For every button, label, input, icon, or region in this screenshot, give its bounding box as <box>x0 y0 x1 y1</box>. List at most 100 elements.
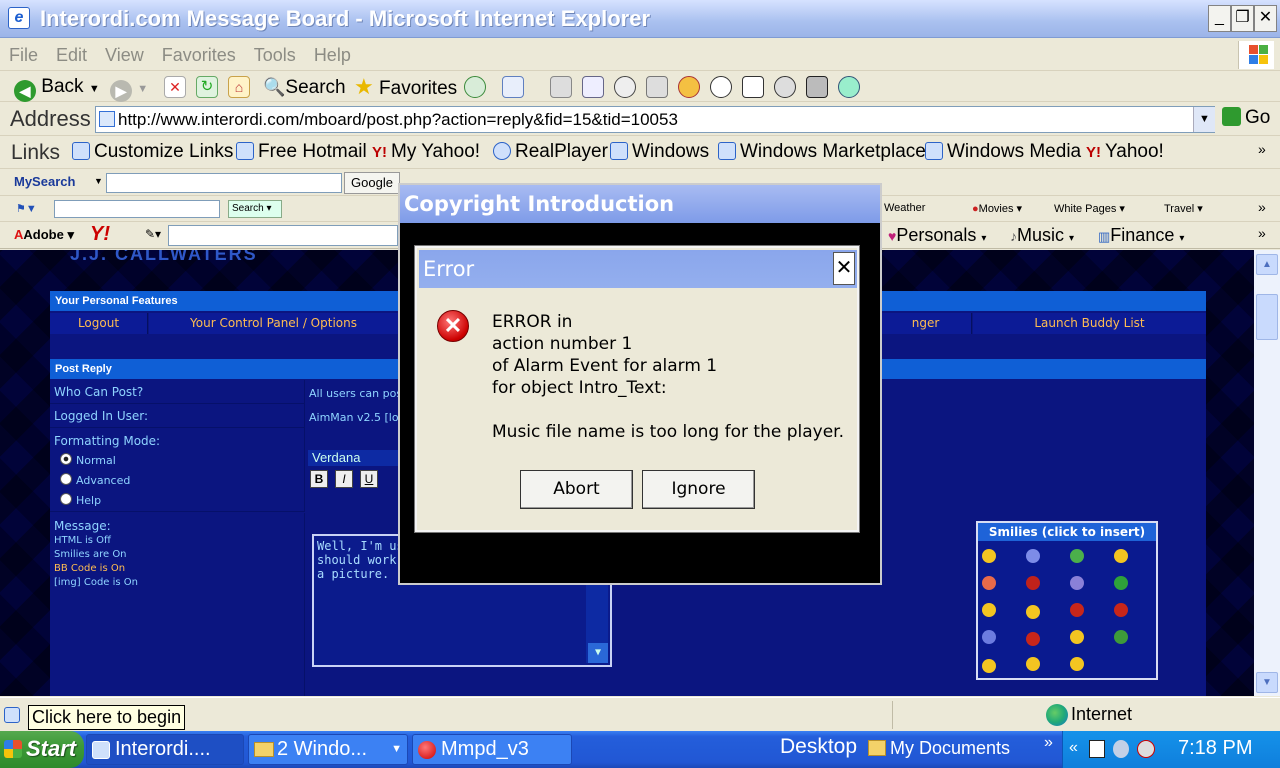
smiley-icon[interactable] <box>1026 605 1040 619</box>
history-icon[interactable] <box>464 76 486 98</box>
page-scrollbar[interactable]: ▲ ▼ <box>1254 250 1280 696</box>
mysearch-input[interactable] <box>106 173 342 193</box>
smiley-icon[interactable] <box>1026 632 1040 646</box>
forward-button[interactable]: ▶ ▼ <box>110 75 148 102</box>
link-realplayer[interactable]: RealPlayer <box>493 141 608 163</box>
scroll-down-icon[interactable]: ▼ <box>1256 672 1278 693</box>
links-overflow-chevron-icon[interactable]: » <box>1258 141 1266 157</box>
close-button[interactable]: ✕ <box>1254 5 1277 32</box>
smiley-icon[interactable] <box>982 576 996 590</box>
yahoo-overflow-chevron-icon[interactable]: » <box>1258 225 1266 241</box>
address-dropdown-button[interactable]: ▼ <box>1193 107 1215 132</box>
tray-security-icon[interactable] <box>1137 740 1155 758</box>
pencil-icon[interactable]: ✎▾ <box>145 227 161 241</box>
bold-button[interactable]: B <box>310 470 328 488</box>
address-input[interactable]: http://www.interordi.com/mboard/post.php… <box>95 106 1215 133</box>
start-button[interactable]: Start <box>0 731 84 768</box>
chat-icon[interactable] <box>774 76 796 98</box>
menu-view[interactable]: View <box>96 39 153 66</box>
smiley-icon[interactable] <box>1114 603 1128 617</box>
google-search-button[interactable]: Google <box>344 172 400 194</box>
radio-help[interactable] <box>60 493 72 505</box>
tray-app-icon[interactable] <box>1089 740 1105 758</box>
menu-file[interactable]: File <box>0 39 47 66</box>
go-button[interactable]: Go <box>1222 107 1270 129</box>
task-interordi[interactable]: Interordi.... <box>86 734 244 765</box>
finance-button[interactable]: ▥Finance ▾ <box>1098 225 1184 246</box>
scroll-up-icon[interactable]: ▲ <box>1256 254 1278 275</box>
music-button[interactable]: ♪Music ▾ <box>1010 225 1074 246</box>
smiley-icon[interactable] <box>1070 657 1084 671</box>
link-windows-media[interactable]: Windows Media <box>925 141 1081 163</box>
buddy-list-link[interactable]: Launch Buddy List <box>973 313 1206 334</box>
link-windows[interactable]: Windows <box>610 141 709 163</box>
edit-icon[interactable] <box>582 76 604 98</box>
smiley-icon[interactable] <box>1026 576 1040 590</box>
link-customize-links[interactable]: Customize Links <box>72 141 233 163</box>
smiley-icon[interactable] <box>1026 657 1040 671</box>
bar4-overflow-chevron-icon[interactable]: » <box>1258 199 1266 215</box>
font-select[interactable]: Verdana <box>308 450 400 466</box>
smiley-icon[interactable] <box>1070 576 1084 590</box>
messenger-link[interactable]: nger <box>880 313 972 334</box>
taskbar-overflow-chevron-icon[interactable]: » <box>1044 734 1053 752</box>
my-documents-shortcut[interactable]: My Documents <box>868 738 1010 759</box>
yahoo-search-input[interactable] <box>168 225 398 246</box>
back-button[interactable]: ◀ Back ▼ <box>14 75 100 102</box>
print-icon[interactable] <box>550 76 572 98</box>
smiley-icon[interactable] <box>1070 603 1084 617</box>
smiley-icon[interactable] <box>982 549 996 563</box>
smiley-icon[interactable] <box>1114 549 1128 563</box>
smiley-icon[interactable] <box>1026 549 1040 563</box>
gear-icon[interactable] <box>710 76 732 98</box>
scroll-thumb[interactable] <box>1256 294 1278 340</box>
minimize-button[interactable]: _ <box>1208 5 1231 32</box>
maximize-button[interactable]: ❐ <box>1231 5 1254 32</box>
person-icon[interactable] <box>742 76 764 98</box>
home-icon[interactable]: ⌂ <box>228 76 250 98</box>
error-close-button[interactable]: ✕ <box>833 252 855 285</box>
research-icon[interactable] <box>646 76 668 98</box>
discuss-icon[interactable] <box>614 76 636 98</box>
link-free-hotmail[interactable]: Free Hotmail <box>236 141 367 163</box>
mail-icon[interactable] <box>502 76 524 98</box>
smiley-icon[interactable] <box>982 630 996 644</box>
control-panel-link[interactable]: Your Control Panel / Options <box>149 313 399 334</box>
white-pages-button[interactable]: White Pages ▾ <box>1054 202 1125 215</box>
italic-button[interactable]: I <box>335 470 353 488</box>
radio-normal[interactable] <box>60 453 72 465</box>
adobe-button[interactable]: AAdobe ▾ <box>14 227 74 243</box>
toolbar-search-button[interactable]: Search ▾ <box>228 200 282 218</box>
people-icon[interactable] <box>838 76 860 98</box>
yahoo-logo[interactable]: Y! <box>90 223 110 246</box>
menu-edit[interactable]: Edit <box>47 39 96 66</box>
underline-button[interactable]: U <box>360 470 378 488</box>
abort-button[interactable]: Abort <box>520 470 633 509</box>
favorites-button[interactable]: ★ Favorites <box>354 75 457 100</box>
weather-button[interactable]: Weather <box>884 202 925 214</box>
link-my-yahoo[interactable]: Y! My Yahoo! <box>372 141 480 163</box>
menu-tools[interactable]: Tools <box>245 39 305 66</box>
stop-icon[interactable]: ✕ <box>164 76 186 98</box>
radio-advanced[interactable] <box>60 473 72 485</box>
task-windows-explorer[interactable]: 2 Windo... ▼ <box>248 734 408 765</box>
link-yahoo[interactable]: Y! Yahoo! <box>1086 141 1164 163</box>
refresh-icon[interactable]: ↻ <box>196 76 218 98</box>
tray-expand-icon[interactable]: « <box>1069 739 1078 757</box>
mysearch-dropdown-icon[interactable]: ▼ <box>94 176 103 186</box>
movies-button[interactable]: ●Movies ▾ <box>972 202 1022 215</box>
messenger-icon[interactable] <box>678 76 700 98</box>
media-icon[interactable] <box>806 76 828 98</box>
smiley-icon[interactable] <box>1070 630 1084 644</box>
menu-help[interactable]: Help <box>305 39 360 66</box>
smiley-icon[interactable] <box>1114 630 1128 644</box>
logout-link[interactable]: Logout <box>50 313 148 334</box>
tray-user-icon[interactable] <box>1113 740 1129 758</box>
task-mmpd[interactable]: Mmpd_v3 <box>412 734 572 765</box>
search-button[interactable]: 🔍Search <box>263 75 346 99</box>
textarea-scroll-down-icon[interactable]: ▼ <box>588 643 608 663</box>
travel-button[interactable]: Travel ▾ <box>1164 202 1203 215</box>
smiley-icon[interactable] <box>1070 549 1084 563</box>
ignore-button[interactable]: Ignore <box>642 470 755 509</box>
toolbar-search-input[interactable] <box>54 200 220 218</box>
